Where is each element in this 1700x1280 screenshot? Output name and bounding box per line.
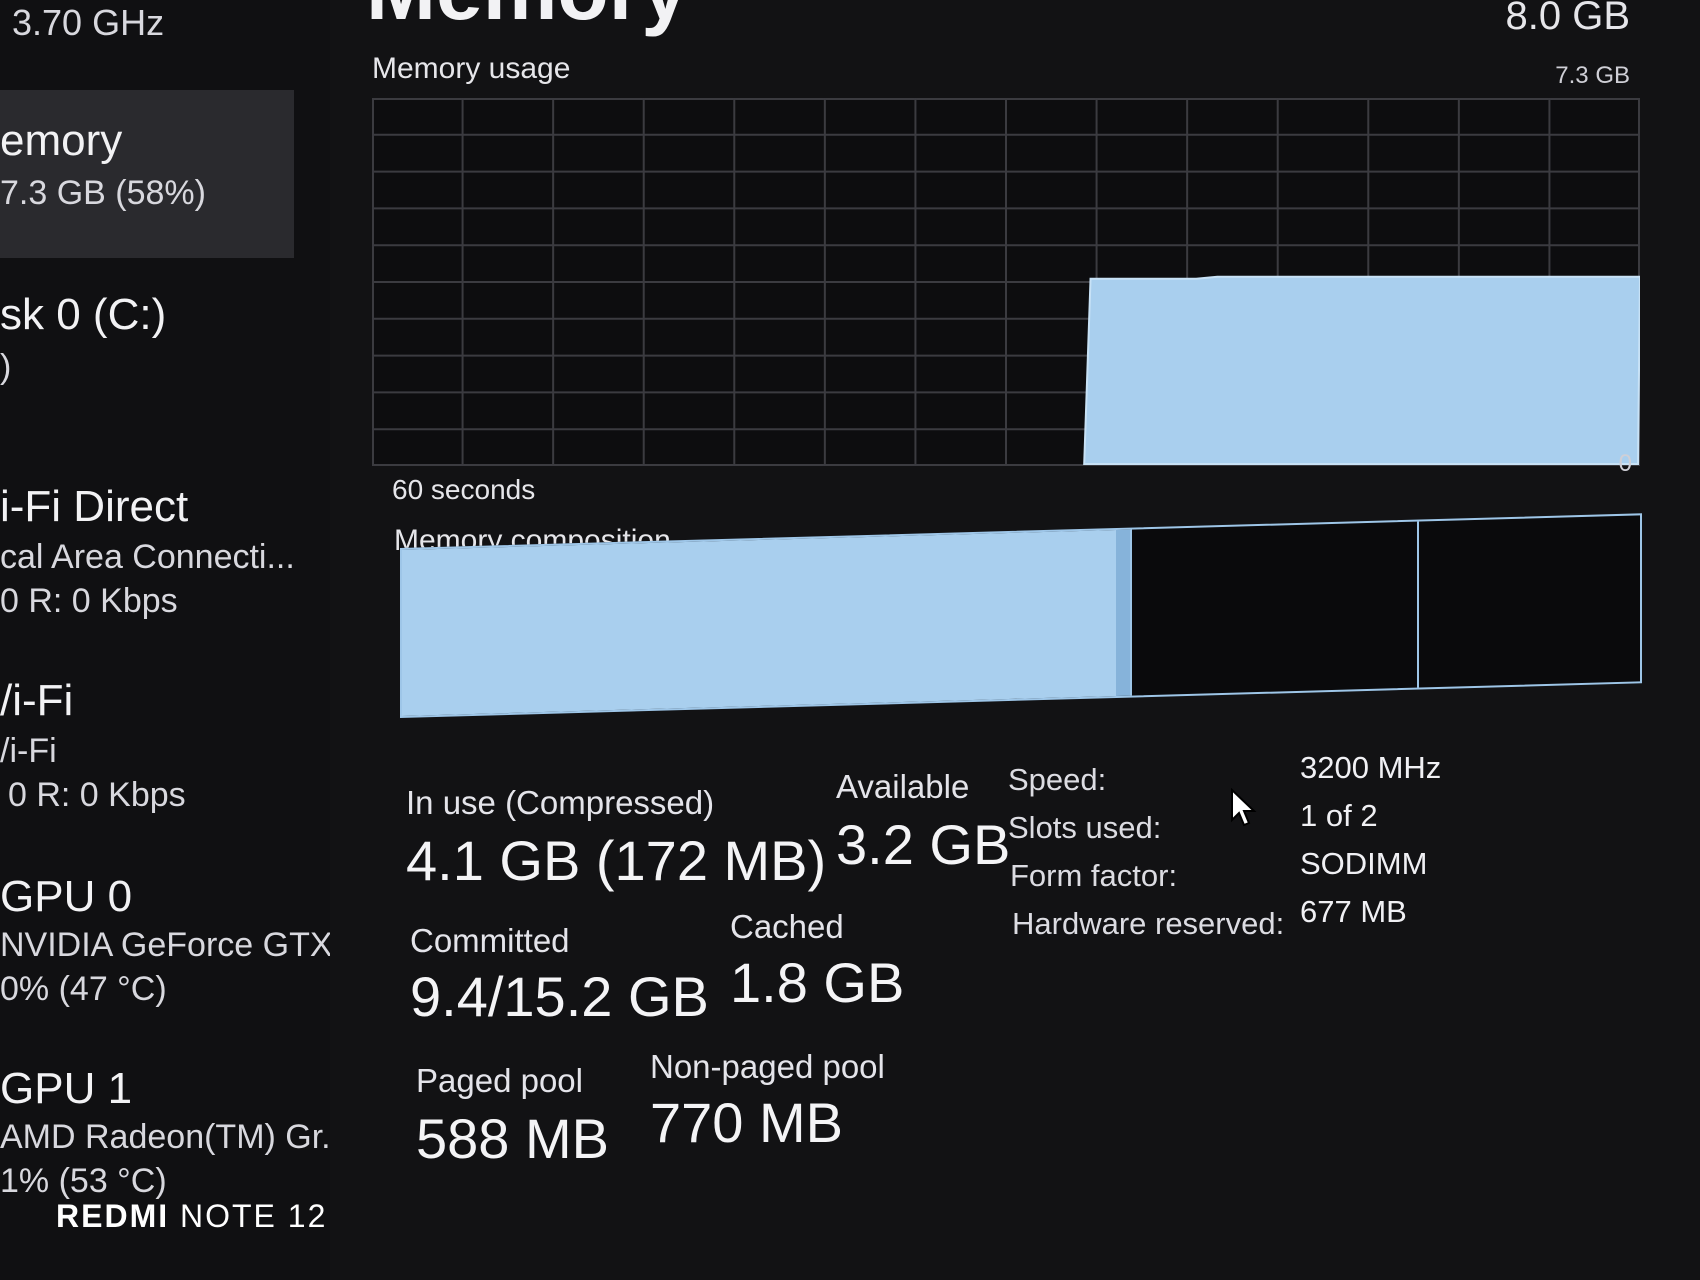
composition-in-use-segment (402, 529, 1117, 716)
hardware-reserved-label: Hardware reserved: (1012, 906, 1285, 941)
sidebar-wifi-rate: 0 R: 0 Kbps (8, 776, 186, 814)
available-value: 3.2 GB (836, 813, 1011, 876)
non-paged-pool-value: 770 MB (650, 1091, 843, 1154)
sidebar-item-disk[interactable]: sk 0 (C:) ) (0, 282, 330, 412)
mouse-cursor-icon (1231, 788, 1257, 827)
sidebar-disk-title: sk 0 (C:) (0, 290, 167, 339)
sidebar-item-gpu1[interactable]: GPU 1 AMD Radeon(TM) Gr... 1% (53 °C) (0, 1058, 330, 1208)
sidebar-gpu0-title: GPU 0 (0, 872, 133, 921)
page-title: Memory (366, 0, 688, 39)
form-factor-label: Form factor: (1010, 858, 1178, 893)
watermark-model: NOTE 12 (180, 1198, 328, 1234)
camera-watermark: REDMI NOTE 12 (56, 1198, 327, 1235)
sidebar-item-cpu[interactable]: 3.70 GHz (0, 0, 330, 70)
paged-pool-value: 588 MB (416, 1107, 609, 1170)
sidebar-wifi-sub: /i-Fi (0, 732, 57, 770)
committed-label: Committed (410, 922, 570, 959)
non-paged-pool-label: Non-paged pool (650, 1048, 885, 1085)
memory-usage-chart (372, 98, 1640, 466)
sidebar-item-gpu0[interactable]: GPU 0 NVIDIA GeForce GTX... 0% (47 °C) (0, 866, 330, 1016)
speed-value: 3200 MHz (1300, 750, 1442, 785)
total-memory: 8.0 GB (1505, 0, 1630, 38)
sidebar-wifi-direct-sub: cal Area Connecti... (0, 538, 295, 576)
sidebar-item-memory[interactable]: emory 7.3 GB (58%) (0, 90, 294, 258)
sidebar-wifi-title: /i-Fi (0, 676, 74, 725)
sidebar-item-wifi[interactable]: /i-Fi /i-Fi 0 R: 0 Kbps (0, 670, 330, 820)
sidebar-disk-sub: ) (0, 348, 12, 386)
available-label: Available (836, 768, 970, 805)
hardware-reserved-value: 677 MB (1300, 894, 1407, 929)
sidebar-memory-title: emory (0, 116, 123, 165)
sidebar-gpu1-rate: 1% (53 °C) (0, 1162, 167, 1200)
usage-graph-label: Memory usage (372, 52, 571, 85)
memory-composition-bar (400, 513, 1642, 718)
composition-free-segment (1417, 515, 1640, 687)
slots-used-label: Slots used: (1008, 810, 1162, 845)
sidebar-gpu1-title: GPU 1 (0, 1064, 133, 1113)
speed-label: Speed: (1008, 762, 1107, 797)
sidebar-wifi-direct-rate: 0 R: 0 Kbps (0, 582, 178, 620)
cached-value: 1.8 GB (730, 951, 905, 1014)
in-use-label: In use (Compressed) (406, 784, 715, 821)
slots-used-value: 1 of 2 (1300, 798, 1378, 833)
cpu-speed: 3.70 GHz (12, 2, 165, 43)
sidebar-gpu1-sub: AMD Radeon(TM) Gr... (0, 1118, 330, 1156)
form-factor-value: SODIMM (1300, 846, 1428, 881)
sidebar-gpu0-sub: NVIDIA GeForce GTX... (0, 926, 330, 964)
committed-value: 9.4/15.2 GB (410, 965, 709, 1028)
composition-modified-segment (1116, 529, 1130, 696)
sidebar-gpu0-rate: 0% (47 °C) (0, 970, 167, 1008)
cached-label: Cached (730, 908, 844, 945)
task-manager-window: 3.70 GHz emory 7.3 GB (58%) sk 0 (C:) ) … (0, 0, 1700, 1280)
memory-details-panel: Memory 8.0 GB Memory usage 7.3 GB 60 sec… (330, 0, 1700, 1280)
composition-standby-segment (1130, 522, 1417, 696)
usage-graph-min-label: 0 (1618, 450, 1632, 477)
usage-graph-time-label: 60 seconds (392, 474, 536, 505)
memory-usage-graph (372, 98, 1640, 466)
usage-graph-max-label: 7.3 GB (1555, 62, 1630, 89)
paged-pool-label: Paged pool (416, 1062, 583, 1099)
performance-sidebar: 3.70 GHz emory 7.3 GB (58%) sk 0 (C:) ) … (0, 0, 330, 1280)
in-use-value: 4.1 GB (172 MB) (406, 829, 827, 892)
watermark-brand: REDMI (56, 1198, 170, 1234)
sidebar-memory-value: 7.3 GB (58%) (0, 174, 206, 212)
sidebar-item-wifi-direct[interactable]: i-Fi Direct cal Area Connecti... 0 R: 0 … (0, 476, 330, 626)
sidebar-wifi-direct-title: i-Fi Direct (0, 482, 189, 531)
memory-usage-area (1083, 275, 1640, 465)
